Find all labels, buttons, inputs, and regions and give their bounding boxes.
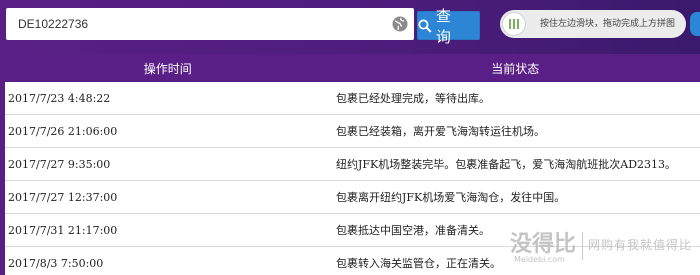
site-watermark: 没得比 Meidebi.com 网购有我就值得比 [510, 224, 700, 275]
table-header: 操作时间 当前状态 [5, 54, 700, 82]
slider-hint: 按住左边滑块，拖动完成上方拼图 [540, 19, 676, 29]
table-row: 2017/7/26 21:06:00 包裹已经装箱，离开爱飞海淘转运往机场。 [5, 115, 700, 148]
query-button[interactable]: 查 询 [417, 7, 480, 46]
row-time: 2017/8/3 7:50:00 [8, 256, 104, 270]
table-row: 2017/7/27 12:37:00 包裹离开纽约JFK机场爱飞海淘仓，发往中国… [5, 181, 700, 214]
top-bar: 查 询 按住左边滑块，拖动完成上方拼图 [0, 0, 700, 54]
watermark-divider [582, 232, 583, 260]
query-button-label: 查 询 [435, 6, 454, 46]
row-time: 2017/7/27 9:35:00 [8, 157, 111, 171]
row-time: 2017/7/27 12:37:00 [8, 190, 118, 204]
row-time: 2017/7/26 21:06:00 [8, 124, 118, 138]
captcha-slider[interactable]: 按住左边滑块，拖动完成上方拼图 [500, 10, 686, 38]
tracking-search-box[interactable] [6, 8, 414, 40]
slider-handle[interactable] [502, 12, 526, 36]
watermark-site: Meidebi.com [514, 255, 565, 264]
row-time: 2017/7/31 21:17:00 [8, 223, 118, 237]
table-row: 2017/7/27 9:35:00 纽约JFK机场整装完毕。包裹准备起飞，爱飞海… [5, 148, 700, 181]
watermark-slogan: 网购有我就值得比 [588, 238, 693, 252]
table-row: 2017/7/23 4:48:22 包裹已经处理完成，等待出库。 [5, 82, 700, 115]
grip-icon [509, 19, 519, 29]
column-header-time: 操作时间 [143, 61, 192, 76]
row-status: 包裹已经装箱，离开爱飞海淘转运往机场。 [336, 125, 545, 138]
row-status: 包裹已经处理完成，等待出库。 [336, 92, 490, 105]
row-status: 包裹离开纽约JFK机场爱飞海淘仓，发往中国。 [336, 191, 566, 204]
tracking-number-input[interactable] [6, 8, 388, 40]
watermark-logo: 没得比 [510, 232, 577, 257]
row-time: 2017/7/23 4:48:22 [8, 91, 111, 105]
row-status: 纽约JFK机场整装完毕。包裹准备起飞，爱飞海淘航班批次AD2313。 [336, 158, 677, 171]
search-icon [418, 18, 432, 33]
column-header-status: 当前状态 [491, 61, 540, 76]
side-tab[interactable] [690, 12, 700, 36]
globe-icon[interactable] [392, 16, 408, 32]
